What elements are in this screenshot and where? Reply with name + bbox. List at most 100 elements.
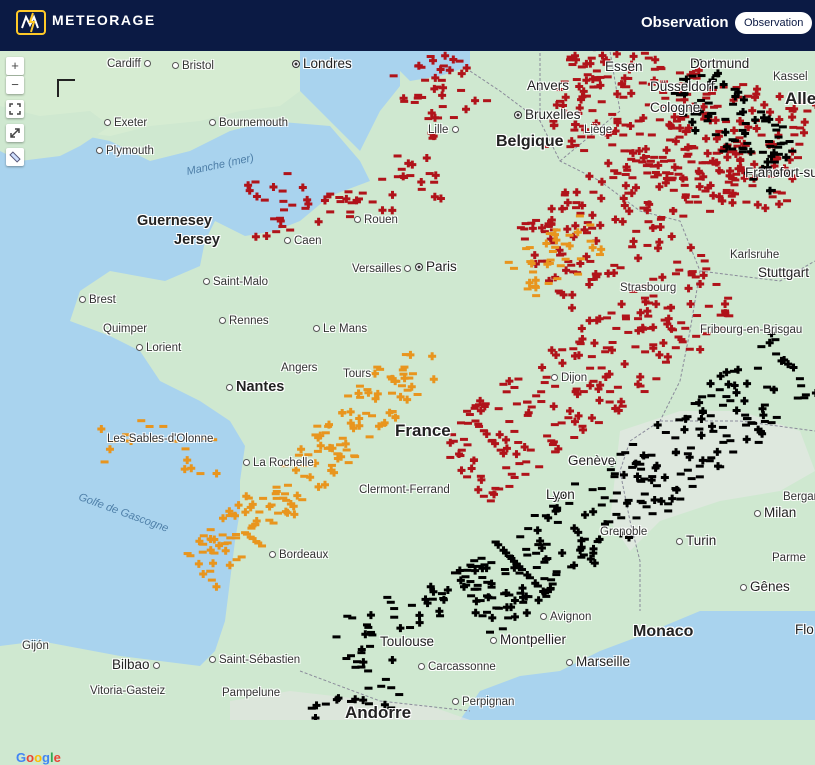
strike-positive-icon [187,464,195,472]
fullscreen-icon[interactable] [6,100,24,118]
city-fribourg: Fribourg-en-Brisgau [700,324,802,336]
strike-positive-icon [621,201,629,209]
city-bergame: Bergame [783,491,815,503]
strike-positive-icon [597,245,605,253]
strike-positive-icon [766,108,774,116]
strike-positive-icon [649,224,657,232]
strike-positive-icon [696,280,704,288]
strike-positive-icon [667,304,675,312]
strike-positive-icon [643,307,651,315]
strike-positive-icon [721,300,729,308]
strike-positive-icon [253,193,261,201]
strike-positive-icon [183,456,191,464]
city-turin: Turin [676,533,716,548]
strike-positive-icon [697,415,705,423]
strike-positive-icon [699,456,707,464]
strike-positive-icon [733,406,741,414]
strike-positive-icon [663,175,671,183]
label-monaco: Monaco [633,623,693,641]
strike-positive-icon [723,153,731,161]
strike-positive-icon [730,127,738,135]
strike-positive-icon [534,526,542,534]
ruler-icon[interactable] [6,148,24,166]
city-karlsruhe: Karlsruhe [730,249,779,261]
top-bar: METEORAGE Observation Observation [0,0,815,51]
strike-positive-icon [263,232,271,240]
strike-positive-icon [621,360,629,368]
strike-positive-icon [581,511,589,519]
city-grenoble: Grenoble [600,526,647,538]
strike-positive-icon [620,471,628,479]
strike-positive-icon [611,216,619,224]
strike-positive-icon [668,495,676,503]
city-la-rochelle: La Rochelle [243,457,314,469]
city-toulouse: Toulouse [380,634,434,649]
label-andorre: Andorre [345,703,411,723]
strike-positive-icon [299,184,307,192]
strike-positive-icon [441,52,449,60]
strike-positive-icon [355,415,363,423]
map-area[interactable]: Cardiff Bristol Londres Exeter Bournemou… [0,51,815,720]
city-caen: Caen [284,235,322,247]
strike-positive-icon [550,122,558,130]
strike-positive-icon [754,201,762,209]
city-florence: Flo [795,622,814,637]
strike-positive-icon [588,211,596,219]
strike-positive-icon [702,135,710,143]
strike-positive-icon [222,547,230,555]
city-saint-malo: Saint-Malo [203,276,268,288]
city-carcassonne: Carcassonne [418,661,496,673]
strike-positive-icon [753,124,761,132]
strike-positive-icon [687,300,695,308]
strike-positive-icon [226,561,234,569]
expand-icon[interactable] [6,124,24,142]
city-rennes: Rennes [219,315,269,327]
city-cardiff: Cardiff [107,58,154,70]
strike-positive-icon [457,466,465,474]
strike-positive-icon [760,101,768,109]
strike-positive-icon [212,583,220,591]
strike-positive-icon [566,407,574,415]
city-bristol: Bristol [172,60,214,72]
strike-positive-icon [235,501,243,509]
city-geneve: Genève [568,453,615,468]
city-bournemouth: Bournemouth [209,117,288,129]
strike-positive-icon [529,224,537,232]
strike-positive-icon [759,411,767,419]
zoom-in-button[interactable]: + [6,57,24,75]
strike-positive-icon [761,204,769,212]
strike-positive-icon [659,339,667,347]
strike-positive-icon [655,351,663,359]
strike-positive-icon [697,431,705,439]
city-saint-sebastien: Saint-Sébastien [209,654,300,666]
city-paris: Paris [415,259,457,274]
city-plymouth: Plymouth [96,145,154,157]
city-les-sables: Les Sables-d'Olonne [107,433,213,445]
strike-positive-icon [649,323,657,331]
observation-mode-button[interactable]: Observation [735,12,812,34]
strike-positive-icon [586,382,594,390]
strike-positive-icon [743,380,751,388]
strike-positive-icon [550,402,558,410]
page-title: Observation [641,14,729,31]
strike-positive-icon [604,159,612,167]
strike-positive-icon [801,118,809,126]
strike-positive-icon [634,254,642,262]
city-parme: Parme [772,552,806,564]
city-angers: Angers [281,362,317,374]
strike-positive-icon [558,549,566,557]
city-gijon: Gijón [22,640,49,652]
city-clermont-ferrand: Clermont-Ferrand [359,484,450,496]
zoom-out-button[interactable]: − [6,76,24,94]
strike-positive-icon [740,397,748,405]
strike-positive-icon [597,194,605,202]
strike-positive-icon [775,200,783,208]
city-vitoria: Vitoria-Gasteiz [90,685,165,697]
strike-positive-icon [417,178,425,186]
brand-name: METEORAGE [52,12,156,28]
strike-positive-icon [687,244,695,252]
city-stuttgart: Stuttgart [758,265,809,280]
strike-positive-icon [511,613,519,621]
strike-positive-icon [542,240,550,248]
city-montpellier: Montpellier [490,632,566,647]
